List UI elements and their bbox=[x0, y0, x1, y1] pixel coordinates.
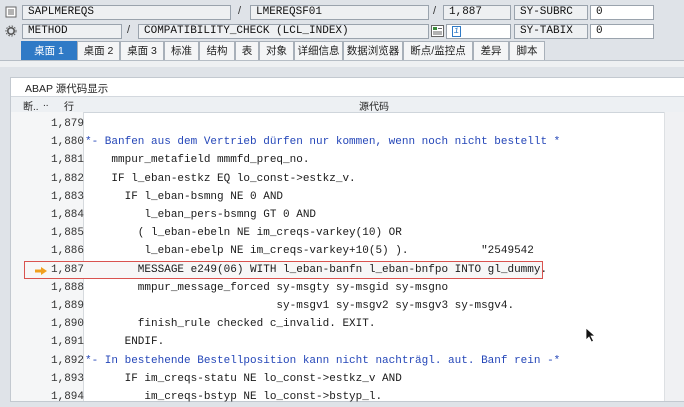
code-text: im_creqs-bstyp NE lo_const->bstyp_l. bbox=[85, 391, 383, 403]
col-source[interactable]: 源代码 bbox=[359, 98, 389, 113]
tab-desktop-2[interactable]: 桌面 2 bbox=[77, 41, 120, 60]
header-row-method: METHOD / COMPATIBILITY_CHECK (LCL_INDEX)… bbox=[0, 22, 684, 42]
tab-script[interactable]: 脚本 bbox=[509, 41, 545, 60]
mouse-cursor-icon bbox=[585, 327, 597, 343]
code-text: ENDIF. bbox=[85, 336, 165, 349]
code-row[interactable]: 1,891 ENDIF. bbox=[11, 334, 665, 352]
code-text: sy-msgv1 sy-msgv2 sy-msgv3 sy-msgv4. bbox=[85, 300, 515, 312]
tab-diff[interactable]: 差异 bbox=[473, 41, 509, 60]
display-object-icon[interactable] bbox=[431, 25, 444, 37]
gear-icon bbox=[5, 25, 17, 37]
code-row[interactable]: 1,888 mmpur_message_forced sy-msgty sy-m… bbox=[11, 280, 665, 298]
event-name-field[interactable]: COMPATIBILITY_CHECK (LCL_INDEX) bbox=[138, 24, 429, 39]
panel-title: ABAP 源代码显示 bbox=[25, 83, 109, 95]
sy-tabix-value[interactable]: 0 bbox=[590, 24, 654, 39]
tab-desktop-3[interactable]: 桌面 3 bbox=[120, 41, 164, 60]
tab-objects[interactable]: 对象 bbox=[259, 41, 294, 60]
code-text: IF l_eban-bsmng NE 0 AND bbox=[85, 190, 284, 203]
sy-subrc-label: SY-SUBRC bbox=[514, 5, 588, 20]
line-number: 1,879 bbox=[51, 118, 85, 130]
program-field[interactable]: SAPLMEREQS bbox=[22, 5, 231, 20]
code-row[interactable]: 1,884 l_eban_pers-bsmng GT 0 AND bbox=[11, 207, 665, 225]
header-row-program: SAPLMEREQS / LMEREQSF01 / 1,887 SY-SUBRC… bbox=[0, 3, 684, 23]
tab-breakpoints[interactable]: 断点/监控点 bbox=[403, 41, 473, 60]
code-text: IF im_creqs-statu NE lo_const->estkz_v A… bbox=[85, 372, 402, 385]
col-breakpoint[interactable]: 断.. bbox=[23, 98, 39, 113]
code-row[interactable]: 1,887 MESSAGE e249(06) WITH l_eban-banfn… bbox=[11, 262, 665, 280]
info-icon: i bbox=[452, 26, 461, 37]
code-row[interactable]: 1,879 bbox=[11, 116, 665, 134]
separator-slash: / bbox=[127, 24, 131, 36]
code-text: l_eban_pers-bsmng GT 0 AND bbox=[85, 209, 317, 221]
code-text: ( l_eban-ebeln NE im_creqs-varkey(10) OR bbox=[85, 227, 402, 240]
code-text: mmpur_message_forced sy-msgty sy-msgid s… bbox=[85, 281, 449, 294]
tab-structure[interactable]: 结构 bbox=[199, 41, 235, 60]
table-header: 断.. .. 行 源代码 bbox=[11, 96, 684, 113]
event-type-field[interactable]: METHOD bbox=[22, 24, 122, 39]
tab-desktop-1[interactable]: 桌面 1 bbox=[21, 41, 77, 60]
separator-slash: / bbox=[238, 5, 242, 17]
line-number-field[interactable]: 1,887 bbox=[443, 5, 511, 20]
code-row[interactable]: 1,890 finish_rule checked c_invalid. EXI… bbox=[11, 316, 665, 334]
code-row[interactable]: 1,894 im_creqs-bstyp NE lo_const->bstyp_… bbox=[11, 389, 665, 407]
code-row[interactable]: 1,885 ( l_eban-ebeln NE im_creqs-varkey(… bbox=[11, 225, 665, 243]
info-field[interactable]: i bbox=[446, 24, 511, 39]
code-text: finish_rule checked c_invalid. EXIT. bbox=[85, 318, 376, 331]
code-text: IF l_eban-estkz EQ lo_const->estkz_v. bbox=[85, 172, 356, 185]
current-line-arrow-icon bbox=[35, 266, 47, 275]
code-row[interactable]: 1,886 l_eban-ebelp NE im_creqs-varkey+10… bbox=[11, 243, 665, 261]
sy-subrc-value[interactable]: 0 bbox=[590, 5, 654, 20]
vertical-scrollbar[interactable] bbox=[664, 112, 684, 401]
separator-slash: / bbox=[433, 5, 437, 17]
col-dot[interactable]: .. bbox=[43, 98, 49, 109]
code-row[interactable]: 1,882 IF l_eban-estkz EQ lo_const->estkz… bbox=[11, 171, 665, 189]
code-text: MESSAGE e249(06) WITH l_eban-banfn l_eba… bbox=[85, 263, 548, 276]
tab-underline bbox=[0, 60, 684, 67]
code-text: l_eban-ebelp NE im_creqs-varkey+10(5) ).… bbox=[85, 245, 534, 258]
include-field[interactable]: LMEREQSF01 bbox=[250, 5, 429, 20]
tab-data-browser[interactable]: 数据浏览器 bbox=[343, 41, 403, 60]
code-row[interactable]: 1,880 *- Banfen aus dem Vertrieb dürfen n… bbox=[11, 134, 665, 152]
code-row[interactable]: 1,883 IF l_eban-bsmng NE 0 AND bbox=[11, 189, 665, 207]
sy-tabix-label: SY-TABIX bbox=[514, 24, 588, 39]
program-icon bbox=[5, 6, 17, 18]
code-row[interactable]: 1,893 IF im_creqs-statu NE lo_const->est… bbox=[11, 371, 665, 389]
code-text: mmpur_metafield mmmfd_preq_no. bbox=[85, 154, 310, 167]
tab-details[interactable]: 详细信息 bbox=[294, 41, 343, 60]
col-line[interactable]: 行 bbox=[64, 98, 74, 113]
code-text: *- In bestehende Bestellposition kann ni… bbox=[85, 354, 561, 367]
tab-standard[interactable]: 标准 bbox=[164, 41, 199, 60]
code-row[interactable]: 1,881 mmpur_metafield mmmfd_preq_no. bbox=[11, 152, 665, 170]
tab-table[interactable]: 表 bbox=[235, 41, 259, 60]
code-text: *- Banfen aus dem Vertrieb dürfen nur ko… bbox=[85, 136, 561, 149]
abap-source-panel: ABAP 源代码显示 断.. .. 行 源代码 1,879 1,880 *- Ban… bbox=[10, 77, 684, 403]
code-row[interactable]: 1,892 *- In bestehende Bestellposition ka… bbox=[11, 353, 665, 371]
code-row[interactable]: 1,889 sy-msgv1 sy-msgv2 sy-msgv3 sy-msgv… bbox=[11, 298, 665, 316]
